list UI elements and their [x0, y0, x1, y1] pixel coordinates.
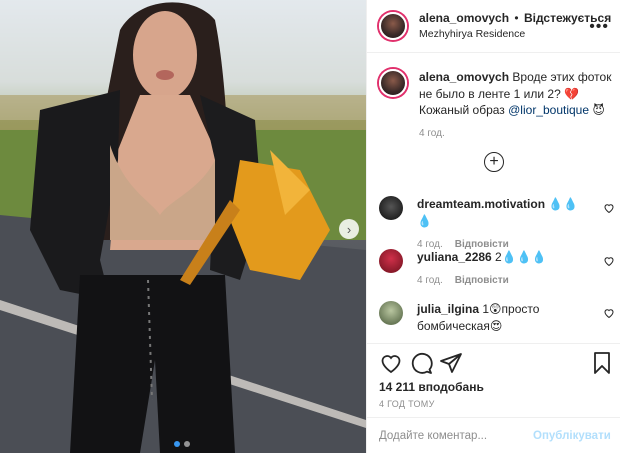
comment-time: 4 год.: [417, 274, 443, 286]
like-comment-heart-icon[interactable]: [603, 307, 615, 319]
more-options-icon[interactable]: •••: [589, 19, 609, 35]
carousel-indicator: [174, 441, 190, 447]
caption-emoji: 😈: [589, 103, 605, 118]
like-comment-heart-icon[interactable]: [603, 202, 615, 214]
caption-time: 4 год.: [419, 127, 445, 139]
post-caption: alena_omovych Вроде этих фоток не было в…: [379, 69, 615, 140]
caption-avatar[interactable]: [379, 69, 407, 97]
like-comment-heart-icon[interactable]: [603, 255, 615, 267]
comment-avatar[interactable]: [379, 249, 403, 273]
carousel-next-button[interactable]: ›: [339, 219, 359, 239]
separator-bullet: •: [514, 10, 519, 25]
post-side-panel: alena_omovych • Відстежується Mezhyhirya…: [366, 0, 620, 453]
caption-mention-link[interactable]: @lior_boutique: [508, 103, 589, 117]
comment-avatar[interactable]: [379, 196, 403, 220]
likes-count[interactable]: 14 211 вподобань: [379, 380, 484, 394]
caption-text: alena_omovych Вроде этих фоток не было в…: [419, 69, 615, 119]
post-timestamp: 4 ГОД ТОМУ: [379, 399, 435, 409]
comment-item: yuliana_2286 2💧💧💧 4 год. Відповісти: [379, 249, 615, 288]
comment-text: 2💧💧💧: [491, 250, 547, 264]
load-more-comments-button[interactable]: +: [484, 152, 504, 172]
share-paper-plane-icon[interactable]: [439, 351, 463, 375]
comment-item: dreamteam.motivation 💧💧💧 4 год. Відповіст…: [379, 196, 615, 252]
reply-button[interactable]: Відповісти: [455, 274, 509, 288]
comments-area[interactable]: alena_omovych Вроде этих фоток не было в…: [367, 53, 620, 343]
post-photo[interactable]: ›: [0, 0, 366, 453]
caption-username[interactable]: alena_omovych: [419, 70, 509, 84]
author-username[interactable]: alena_omovych: [419, 11, 509, 25]
comment-input[interactable]: [379, 430, 533, 442]
carousel-dot-active: [174, 441, 180, 447]
location-link[interactable]: Mezhyhirya Residence: [419, 28, 611, 41]
comment-username[interactable]: julia_ilgina: [417, 302, 479, 316]
comment-item: julia_ilgina 1😲просто бомбическая😍: [379, 301, 615, 335]
author-avatar[interactable]: [379, 12, 407, 40]
comment-username[interactable]: dreamteam.motivation: [417, 197, 545, 211]
comment-username[interactable]: yuliana_2286: [417, 250, 492, 264]
comment-avatar[interactable]: [379, 301, 403, 325]
post-actions: 14 211 вподобань 4 ГОД ТОМУ Опублікувати: [367, 343, 620, 453]
save-bookmark-icon[interactable]: [590, 351, 614, 375]
carousel-dot: [184, 441, 190, 447]
like-heart-icon[interactable]: [379, 351, 403, 375]
publish-comment-button[interactable]: Опублікувати: [533, 430, 611, 442]
comment-bubble-icon[interactable]: [409, 351, 433, 375]
post-header: alena_omovych • Відстежується Mezhyhirya…: [367, 0, 620, 53]
add-comment-form: Опублікувати: [367, 417, 620, 453]
photo-illustration: [0, 0, 366, 453]
